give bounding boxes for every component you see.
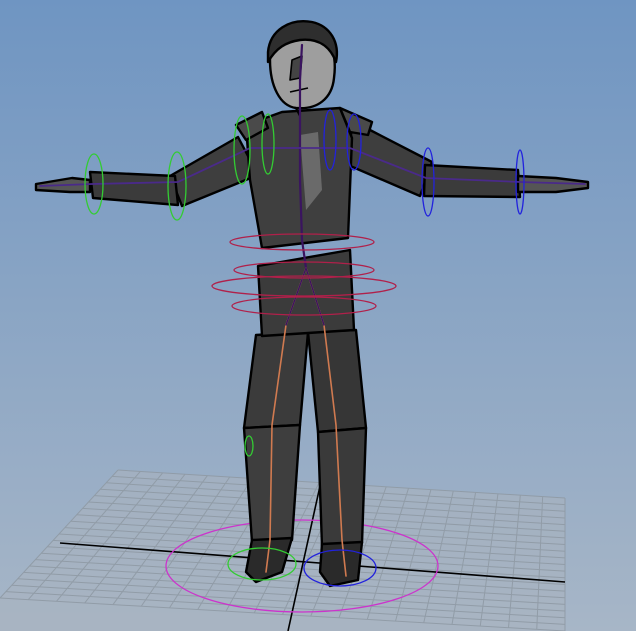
3d-viewport[interactable]	[0, 0, 636, 631]
viewport-canvas[interactable]	[0, 0, 636, 631]
left-upper-leg[interactable]	[242, 330, 310, 430]
right-upper-leg[interactable]	[306, 328, 368, 434]
right-foot[interactable]	[318, 540, 364, 588]
